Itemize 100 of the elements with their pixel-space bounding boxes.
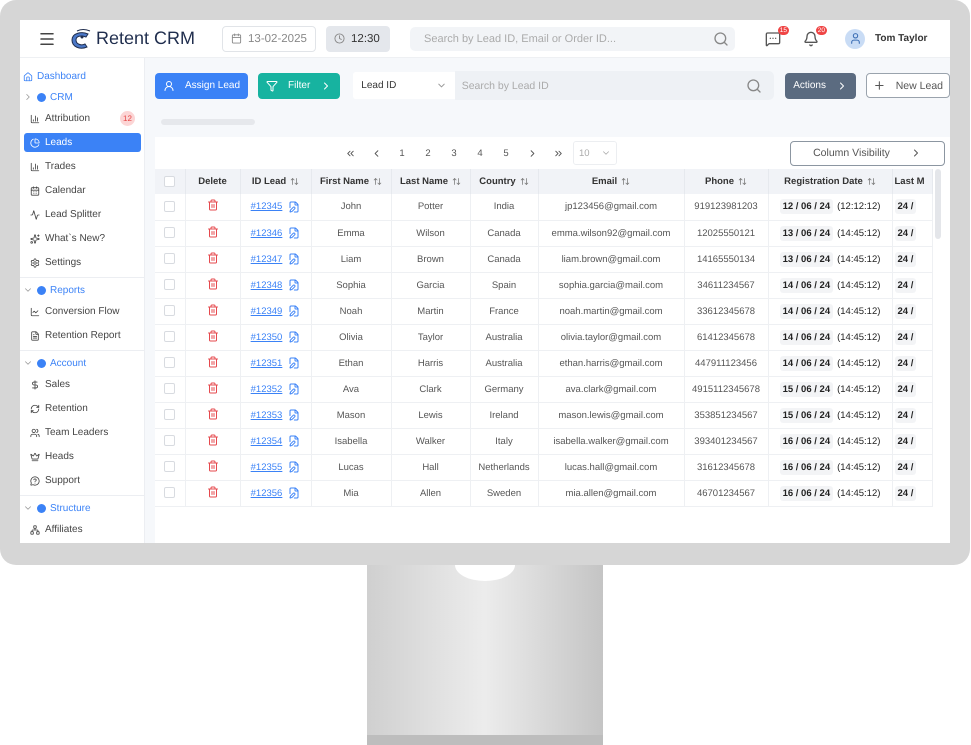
sort-icon[interactable]: [738, 177, 748, 186]
lead-id-link[interactable]: #12348: [250, 280, 282, 290]
sort-icon[interactable]: [866, 177, 876, 186]
sort-icon[interactable]: [373, 177, 382, 186]
edit-icon[interactable]: [288, 331, 300, 343]
column-header[interactable]: ID Lead: [240, 169, 311, 194]
sidebar-item[interactable]: Conversion Flow: [24, 302, 141, 321]
column-header[interactable]: First Name: [311, 169, 391, 194]
lead-id-link[interactable]: #12351: [250, 358, 282, 368]
field-select[interactable]: Lead ID: [353, 72, 455, 99]
edit-icon[interactable]: [288, 487, 300, 499]
page-link[interactable]: 2: [415, 143, 441, 163]
sidebar-section[interactable]: Structure: [20, 496, 144, 520]
delete-icon[interactable]: [206, 252, 218, 264]
delete-icon[interactable]: [206, 408, 218, 420]
column-header[interactable]: Delete: [185, 169, 240, 194]
row-checkbox[interactable]: [164, 409, 176, 420]
column-header[interactable]: Phone: [684, 169, 768, 194]
edit-icon[interactable]: [288, 305, 300, 317]
search-icon[interactable]: [713, 30, 730, 46]
last-page-icon[interactable]: [552, 148, 564, 158]
page-link[interactable]: 5: [493, 143, 519, 163]
lead-id-link[interactable]: #12355: [250, 462, 282, 472]
assign-lead-button[interactable]: Assign Lead: [155, 72, 248, 98]
row-checkbox[interactable]: [164, 357, 176, 368]
lead-id-link[interactable]: #12350: [250, 332, 282, 342]
lead-id-link[interactable]: #12354: [250, 436, 282, 446]
edit-icon[interactable]: [288, 253, 300, 265]
delete-icon[interactable]: [206, 460, 218, 472]
edit-icon[interactable]: [288, 409, 300, 421]
row-checkbox[interactable]: [164, 331, 176, 342]
sidebar-link[interactable]: Dashboard: [20, 68, 144, 85]
delete-icon[interactable]: [206, 199, 218, 212]
column-header[interactable]: Last Name: [391, 169, 470, 194]
sidebar-section[interactable]: Account: [20, 351, 144, 375]
lead-id-link[interactable]: #12349: [250, 306, 282, 316]
lead-id-link[interactable]: #12352: [250, 384, 282, 394]
sidebar-item[interactable]: Trades: [24, 157, 141, 176]
edit-icon[interactable]: [288, 200, 300, 213]
delete-icon[interactable]: [206, 226, 218, 238]
page-link[interactable]: 1: [389, 143, 415, 163]
edit-icon[interactable]: [288, 357, 300, 369]
date-field[interactable]: 13-02-2025: [222, 26, 316, 52]
row-checkbox[interactable]: [164, 383, 176, 394]
delete-icon[interactable]: [206, 330, 218, 342]
page-link[interactable]: 4: [467, 143, 493, 163]
delete-icon[interactable]: [206, 486, 218, 498]
search-icon[interactable]: [746, 78, 762, 94]
column-header[interactable]: Country: [470, 169, 538, 194]
column-header[interactable]: Email: [538, 169, 684, 194]
row-checkbox[interactable]: [164, 305, 176, 316]
delete-icon[interactable]: [206, 278, 218, 290]
sidebar-item[interactable]: Calendar: [24, 181, 141, 200]
row-checkbox[interactable]: [164, 201, 176, 212]
delete-icon[interactable]: [206, 382, 218, 394]
edit-icon[interactable]: [288, 383, 300, 395]
scrollbar[interactable]: [934, 169, 940, 239]
row-checkbox[interactable]: [164, 227, 176, 238]
page-link[interactable]: 3: [441, 143, 467, 163]
sort-icon[interactable]: [452, 177, 462, 186]
row-checkbox[interactable]: [164, 461, 176, 472]
message-icon[interactable]: [765, 30, 782, 46]
lead-id-link[interactable]: #12347: [250, 254, 282, 264]
actions-button[interactable]: Actions: [785, 72, 856, 98]
sidebar-item[interactable]: Lead Splitter: [24, 205, 141, 224]
sidebar-item[interactable]: Team Leaders: [24, 423, 141, 442]
sidebar-item[interactable]: Attribution 12: [24, 109, 141, 128]
row-checkbox[interactable]: [164, 253, 176, 264]
sidebar-item[interactable]: What`s New?: [24, 229, 141, 248]
delete-icon[interactable]: [206, 356, 218, 368]
sidebar-item[interactable]: Support: [24, 471, 141, 490]
lead-id-link[interactable]: #12346: [250, 228, 282, 238]
sidebar-item[interactable]: Heads: [24, 447, 141, 466]
column-header[interactable]: Last M: [892, 169, 932, 194]
sort-icon[interactable]: [290, 177, 300, 186]
lead-id-link[interactable]: #12353: [250, 410, 282, 420]
sidebar-item[interactable]: Leads: [24, 133, 141, 152]
sort-icon[interactable]: [621, 177, 630, 186]
delete-icon[interactable]: [206, 434, 218, 446]
sidebar-section[interactable]: Reports: [20, 278, 144, 302]
column-header[interactable]: Registration Date: [768, 169, 892, 194]
new-lead-button[interactable]: New Lead: [866, 73, 950, 98]
sort-icon[interactable]: [520, 177, 529, 186]
avatar[interactable]: [845, 28, 866, 48]
edit-icon[interactable]: [288, 227, 300, 239]
lead-id-link[interactable]: #12356: [250, 488, 282, 498]
edit-icon[interactable]: [288, 279, 300, 291]
bell-icon[interactable]: [803, 30, 820, 46]
sidebar-item[interactable]: Retention Report: [24, 326, 141, 345]
sidebar-section[interactable]: CRM: [20, 85, 144, 109]
time-field[interactable]: 12:30: [326, 26, 390, 52]
select-all-checkbox[interactable]: [164, 176, 176, 187]
first-page-icon[interactable]: [344, 148, 356, 158]
row-checkbox[interactable]: [164, 487, 176, 498]
sidebar-item[interactable]: Sales: [24, 375, 141, 394]
edit-icon[interactable]: [288, 435, 300, 447]
delete-icon[interactable]: [206, 304, 218, 316]
sidebar-item[interactable]: Settings: [24, 253, 141, 272]
sidebar-item[interactable]: Affiliates: [24, 520, 141, 539]
sidebar-item[interactable]: Retention: [24, 399, 141, 418]
